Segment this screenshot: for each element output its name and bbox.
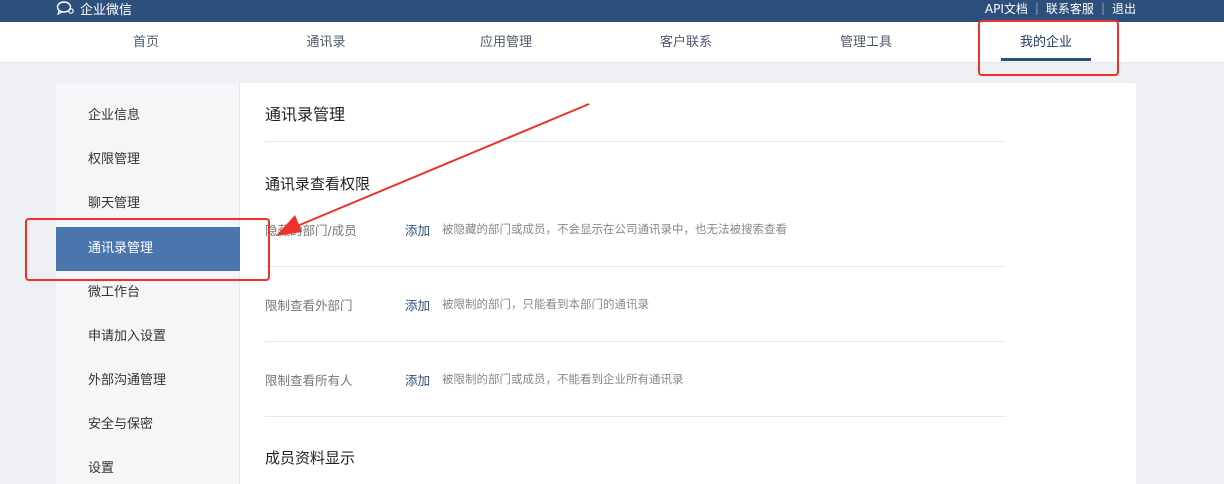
nav-tab-customers[interactable]: 客户联系 xyxy=(626,22,746,63)
row-label: 限制查看所有人 xyxy=(265,373,353,388)
sidebar-item-security[interactable]: 安全与保密 xyxy=(56,403,240,447)
sidebar-item-chat[interactable]: 聊天管理 xyxy=(56,182,240,226)
page-title: 通讯录管理 xyxy=(265,105,346,124)
sidebar-item-external[interactable]: 外部沟通管理 xyxy=(56,359,240,403)
row-label: 限制查看外部门 xyxy=(265,298,353,313)
divider xyxy=(265,341,1006,342)
divider xyxy=(265,266,1006,267)
permission-row-restrict-all: 限制查看所有人 添加 被限制的部门或成员，不能看到企业所有通讯录 xyxy=(265,370,1006,390)
top-bar: 企业微信 API文档 | 联系客服 | 退出 xyxy=(0,0,1224,22)
add-restrict-all-button[interactable]: 添加 xyxy=(405,370,430,389)
nav-tab-my-company[interactable]: 我的企业 xyxy=(986,22,1106,63)
nav-tab-apps[interactable]: 应用管理 xyxy=(446,22,566,63)
sidebar-item-company-info[interactable]: 企业信息 xyxy=(56,94,240,138)
nav-tab-label: 应用管理 xyxy=(479,35,532,50)
nav-tab-label: 客户联系 xyxy=(659,35,712,50)
row-description: 被隐藏的部门或成员，不会显示在公司通讯录中，也无法被搜索查看 xyxy=(442,222,787,236)
add-hidden-button[interactable]: 添加 xyxy=(405,220,430,239)
contact-support-link[interactable]: 联系客服 xyxy=(1046,0,1094,17)
divider xyxy=(265,416,1006,417)
sidebar-item-permissions[interactable]: 权限管理 xyxy=(56,138,240,182)
wecom-logo-icon xyxy=(56,1,74,15)
nav-tab-label: 首页 xyxy=(132,35,159,50)
nav-tab-label: 通讯录 xyxy=(306,35,346,50)
logout-link[interactable]: 退出 xyxy=(1112,0,1136,17)
section-title: 成员资料显示 xyxy=(265,449,356,467)
sidebar-item-workbench[interactable]: 微工作台 xyxy=(56,271,240,315)
separator: | xyxy=(1034,1,1039,15)
row-description: 被限制的部门或成员，不能看到企业所有通讯录 xyxy=(442,372,684,386)
row-description: 被限制的部门，只能看到本部门的通讯录 xyxy=(442,297,649,311)
section-title: 通讯录查看权限 xyxy=(265,175,371,193)
sidebar-item-join-settings[interactable]: 申请加入设置 xyxy=(56,315,240,359)
permission-row-hidden: 隐藏的部门/成员 添加 被隐藏的部门或成员，不会显示在公司通讯录中，也无法被搜索… xyxy=(265,220,1006,240)
settings-card: 企业信息 权限管理 聊天管理 通讯录管理 微工作台 申请加入设置 外部沟通管理 … xyxy=(56,83,1136,484)
nav-tab-contacts[interactable]: 通讯录 xyxy=(266,22,386,63)
divider xyxy=(265,141,1006,142)
row-label: 隐藏的部门/成员 xyxy=(265,223,357,238)
nav-tab-home[interactable]: 首页 xyxy=(86,22,206,63)
sidebar-item-contacts-management[interactable]: 通讯录管理 xyxy=(56,227,240,271)
api-docs-link[interactable]: API文档 xyxy=(985,0,1028,17)
main-nav: 首页 通讯录 应用管理 客户联系 管理工具 我的企业 xyxy=(0,22,1224,63)
top-links: API文档 | 联系客服 | 退出 xyxy=(985,0,1136,16)
active-underline xyxy=(1001,58,1091,61)
permission-row-restrict-dept: 限制查看外部门 添加 被限制的部门，只能看到本部门的通讯录 xyxy=(265,295,1006,315)
sidebar: 企业信息 权限管理 聊天管理 通讯录管理 微工作台 申请加入设置 外部沟通管理 … xyxy=(56,83,240,484)
add-restrict-dept-button[interactable]: 添加 xyxy=(405,295,430,314)
nav-tab-label: 管理工具 xyxy=(839,35,892,50)
brand-name: 企业微信 xyxy=(80,2,133,18)
sidebar-item-settings[interactable]: 设置 xyxy=(56,447,240,484)
separator: | xyxy=(1100,1,1105,15)
nav-tab-tools[interactable]: 管理工具 xyxy=(806,22,926,63)
nav-tab-label: 我的企业 xyxy=(1019,35,1072,50)
brand[interactable]: 企业微信 xyxy=(56,0,133,18)
